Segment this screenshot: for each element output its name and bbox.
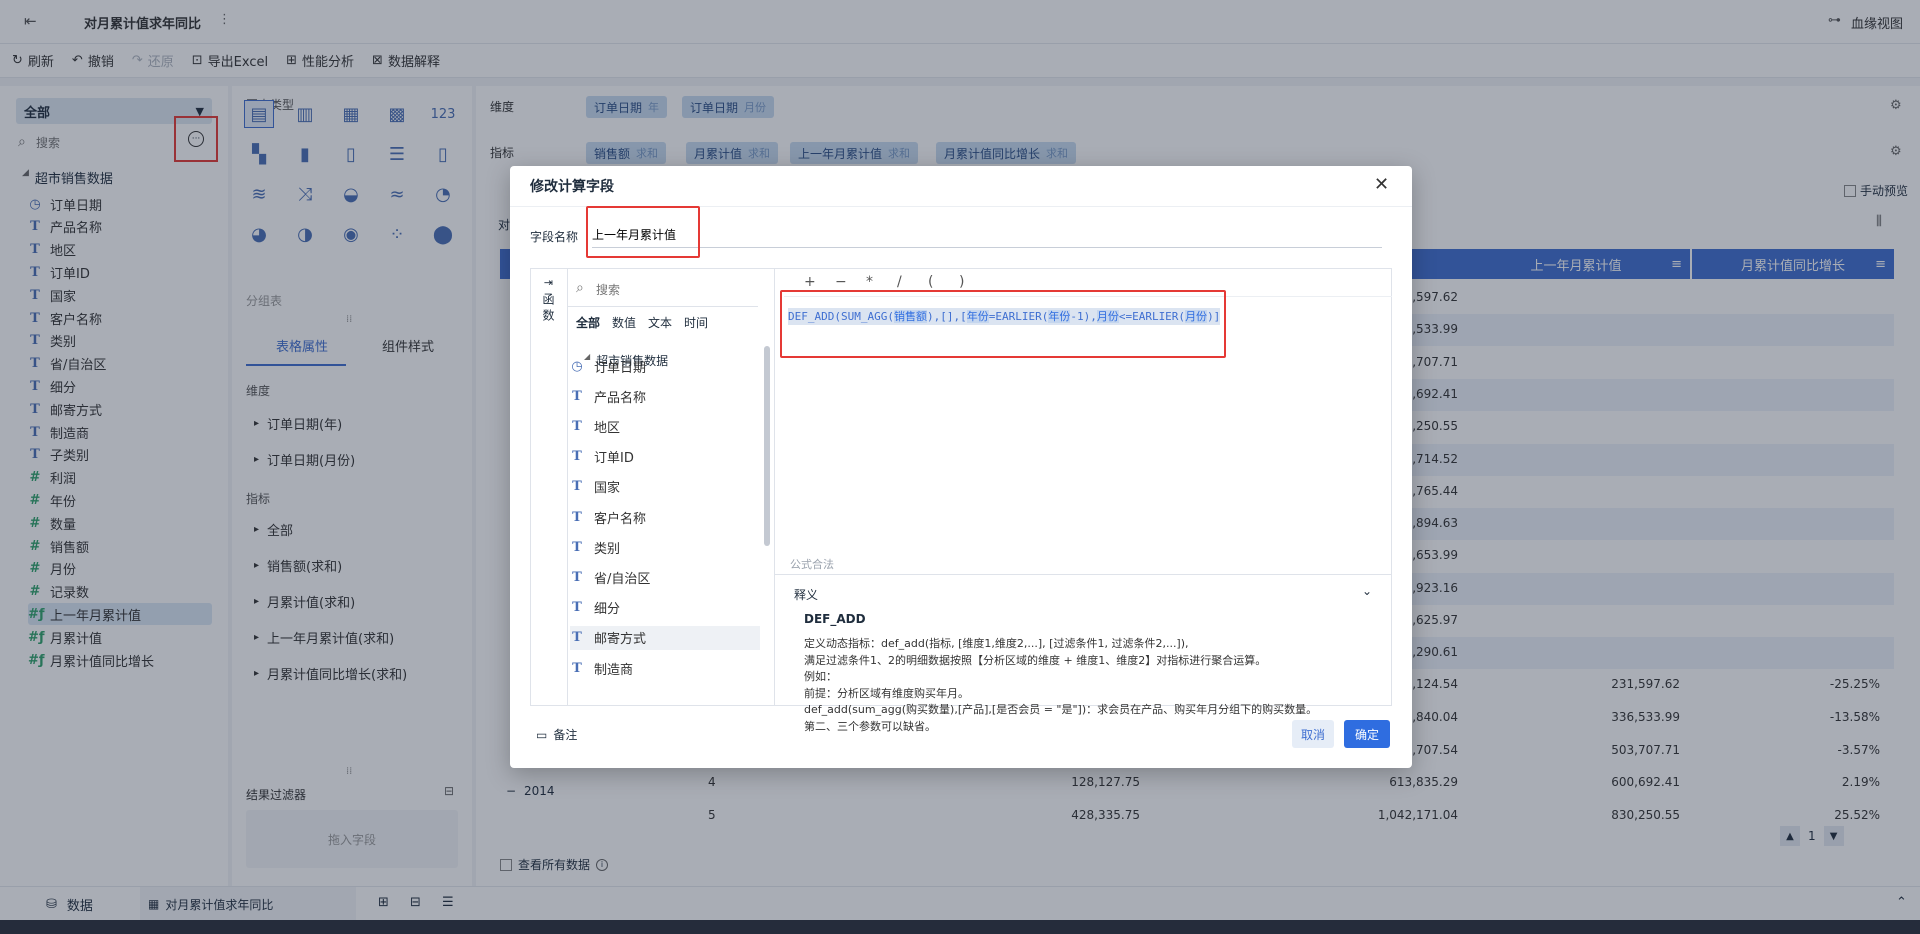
field-label: 邮寄方式 — [594, 632, 647, 648]
explanation-line: 例如： — [804, 670, 837, 683]
filter-tab-number[interactable]: 数值 — [612, 314, 636, 331]
cancel-button[interactable]: 取消 — [1292, 720, 1334, 748]
list-scrollbar[interactable] — [764, 346, 770, 546]
field-name-label: 字段名称 — [530, 230, 579, 244]
function-field-item[interactable]: T 订单ID — [570, 445, 634, 469]
explanation-line: 前提：分析区域有维度购买年月。 — [804, 686, 969, 700]
clock-icon: ◷ — [571, 358, 583, 374]
note-button[interactable]: ▭ 备注 — [536, 726, 577, 743]
formula-valid-status: 公式合法 — [790, 558, 834, 571]
chevron-down-icon[interactable]: ⌄ — [1362, 584, 1372, 598]
text-type-icon: T — [572, 388, 582, 404]
operator-button[interactable]: * — [866, 274, 873, 290]
operator-button[interactable]: − — [835, 274, 847, 290]
function-field-item[interactable]: T 客户名称 — [570, 505, 646, 529]
explain-divider — [774, 574, 1392, 575]
field-label: 订单日期 — [594, 360, 647, 376]
filter-tab-all[interactable]: 全部 — [576, 314, 600, 331]
function-search-input[interactable] — [596, 280, 716, 300]
text-type-icon: T — [572, 479, 582, 495]
function-field-item[interactable]: T 类别 — [570, 535, 620, 559]
field-label: 订单ID — [594, 451, 634, 467]
text-type-icon: T — [572, 509, 582, 525]
field-label: 细分 — [594, 602, 621, 618]
explain-label: 释义 — [794, 588, 819, 602]
field-label: 类别 — [594, 541, 621, 557]
highlight-box — [780, 290, 1226, 358]
function-icon: ⇥ — [543, 276, 554, 289]
function-field-item[interactable]: T 制造商 — [570, 656, 633, 680]
explanation-line: 定义动态指标：def_add(指标, [维度1,维度2,...], [过滤条件1… — [804, 637, 1189, 650]
function-field-item[interactable]: T 细分 — [570, 596, 620, 620]
function-field-item[interactable]: T 邮寄方式 — [570, 625, 760, 650]
explanation-line: 满足过滤条件1、2的明细数据按照【分析区域的维度 + 维度1、维度2】对指标进行… — [804, 653, 1267, 667]
filter-tabs: 全部 数值 文本 时间 — [576, 314, 708, 331]
function-tab[interactable]: ⇥ 函数 — [530, 268, 568, 706]
field-name-input[interactable] — [592, 222, 1382, 248]
text-type-icon: T — [572, 600, 582, 616]
text-type-icon: T — [572, 449, 582, 465]
field-label: 省/自治区 — [594, 571, 651, 587]
note-icon: ▭ — [536, 727, 548, 742]
highlight-box — [586, 206, 700, 258]
search-divider — [568, 306, 758, 307]
function-field-item[interactable]: T 省/自治区 — [570, 565, 650, 589]
function-field-item[interactable]: T 产品名称 — [570, 384, 646, 408]
field-label: 国家 — [594, 481, 621, 497]
field-label: 客户名称 — [594, 511, 647, 527]
filter-tab-text[interactable]: 文本 — [648, 314, 672, 331]
field-label: 产品名称 — [594, 390, 647, 406]
function-field-item[interactable]: ◷ 订单日期 — [570, 354, 646, 378]
text-type-icon: T — [572, 630, 582, 646]
text-type-icon: T — [572, 539, 582, 555]
list-divider — [774, 268, 775, 706]
search-icon: ⌕ — [576, 280, 584, 296]
function-field-item[interactable]: T 国家 — [570, 475, 620, 499]
text-type-icon: T — [572, 660, 582, 676]
function-name: DEF_ADD — [804, 612, 866, 626]
field-label: 制造商 — [594, 662, 634, 678]
text-type-icon: T — [572, 418, 582, 434]
operator-button[interactable]: / — [897, 274, 902, 290]
function-field-item[interactable]: T 地区 — [570, 414, 620, 438]
confirm-button[interactable]: 确定 — [1344, 720, 1390, 748]
filter-tab-time[interactable]: 时间 — [684, 314, 708, 331]
operator-button[interactable]: ( — [928, 274, 933, 290]
dialog-title: 修改计算字段 — [530, 179, 614, 195]
close-icon[interactable]: ✕ — [1374, 174, 1389, 195]
field-label: 地区 — [594, 420, 621, 436]
explanation-line: def_add(sum_agg(购买数量),[产品],[是否会员 = "是"])… — [804, 703, 1318, 716]
text-type-icon: T — [572, 569, 582, 585]
operator-button[interactable]: ) — [959, 274, 964, 290]
operator-button[interactable]: + — [804, 274, 816, 290]
edit-calculated-field-dialog: 修改计算字段 ✕ 字段名称 ⇥ 函数 ⌕ 全部 数值 文本 时间 ◢ 超市销售数… — [510, 166, 1412, 768]
